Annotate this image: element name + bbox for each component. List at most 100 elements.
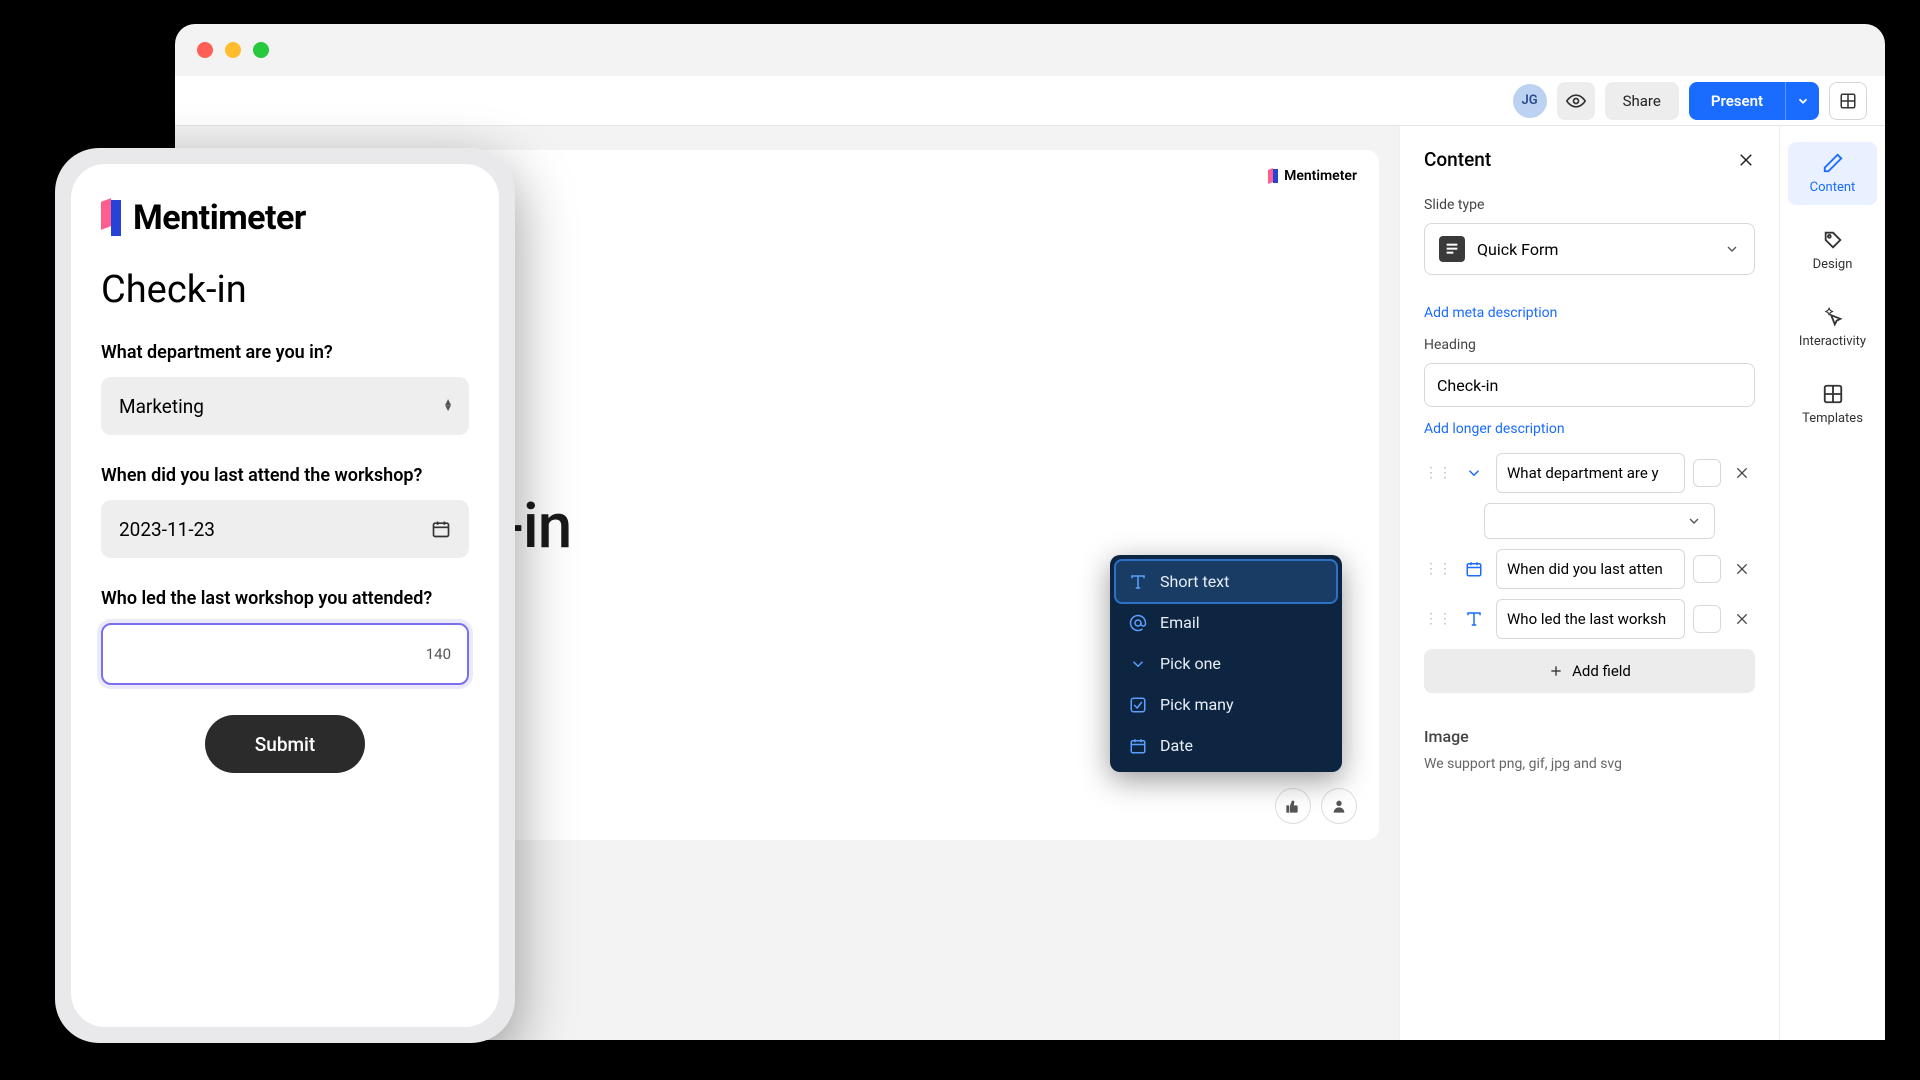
question-group: What department are you in? Marketing ▲▼ <box>101 342 469 435</box>
chevron-down-icon <box>1460 459 1488 487</box>
menu-item-label: Pick many <box>1160 695 1234 714</box>
field-type-menu: Short text Email Pick one Pick many Date <box>1110 555 1342 772</box>
add-field-label: Add field <box>1572 662 1631 680</box>
add-longer-link[interactable]: Add longer description <box>1424 421 1755 437</box>
question-label: Who led the last workshop you attended? <box>101 588 469 609</box>
layout-icon <box>1839 92 1857 110</box>
person-icon <box>1331 798 1347 814</box>
slide-brand: Mentimeter <box>1268 168 1357 184</box>
window-controls <box>175 24 1885 76</box>
chevron-down-icon <box>1686 513 1702 529</box>
field-row: ⋮⋮ What department are y <box>1424 453 1755 493</box>
calendar-icon <box>431 519 451 539</box>
field-label-input[interactable]: When did you last atten <box>1496 549 1685 589</box>
field-options-expand[interactable] <box>1484 503 1715 539</box>
chevron-down-icon <box>1128 655 1148 673</box>
field-delete-button[interactable] <box>1729 556 1755 582</box>
grid-view-button[interactable] <box>1829 82 1867 120</box>
present-dropdown[interactable] <box>1785 82 1819 120</box>
field-label-input[interactable]: Who led the last worksh <box>1496 599 1685 639</box>
panel-title: Content <box>1424 148 1491 171</box>
image-help-text: We support png, gif, jpg and svg <box>1424 756 1755 772</box>
tab-content[interactable]: Content <box>1788 142 1877 205</box>
drag-handle-icon[interactable]: ⋮⋮ <box>1424 465 1452 481</box>
quick-form-icon <box>1439 236 1465 262</box>
question-label: When did you last attend the workshop? <box>101 465 469 486</box>
tab-templates[interactable]: Templates <box>1788 373 1877 436</box>
image-label: Image <box>1424 727 1755 746</box>
menu-item-pick-many[interactable]: Pick many <box>1116 684 1336 725</box>
add-meta-link[interactable]: Add meta description <box>1424 305 1755 321</box>
pencil-icon <box>1822 152 1844 174</box>
calendar-icon <box>1460 555 1488 583</box>
like-button[interactable] <box>1275 788 1311 824</box>
workshop-date-input[interactable]: 2023-11-23 <box>101 500 469 558</box>
question-group: Who led the last workshop you attended? … <box>101 588 469 685</box>
menu-item-label: Email <box>1160 613 1200 632</box>
field-row: ⋮⋮ When did you last atten <box>1424 549 1755 589</box>
topbar: JG Share Present <box>175 76 1885 126</box>
field-required-toggle[interactable] <box>1693 605 1721 633</box>
close-icon <box>1734 611 1750 627</box>
menu-item-label: Pick one <box>1160 654 1221 673</box>
heading-input[interactable] <box>1424 363 1755 407</box>
field-delete-button[interactable] <box>1729 460 1755 486</box>
field-row: ⋮⋮ Who led the last worksh <box>1424 599 1755 639</box>
menu-item-label: Date <box>1160 736 1193 755</box>
chevron-down-icon <box>1796 94 1810 108</box>
tab-interactivity[interactable]: Interactivity <box>1788 296 1877 359</box>
drag-handle-icon[interactable]: ⋮⋮ <box>1424 561 1452 577</box>
mentimeter-logo-icon <box>1268 169 1278 183</box>
phone-preview: Mentimeter Check-in What department are … <box>55 148 515 1043</box>
image-section: Image We support png, gif, jpg and svg <box>1424 727 1755 772</box>
cursor-sparkle-icon <box>1822 306 1844 328</box>
field-delete-button[interactable] <box>1729 606 1755 632</box>
menu-item-label: Short text <box>1160 572 1229 591</box>
field-label-input[interactable]: What department are y <box>1496 453 1685 493</box>
close-icon <box>1737 151 1755 169</box>
text-type-icon <box>1460 605 1488 633</box>
department-select[interactable]: Marketing ▲▼ <box>101 377 469 435</box>
content-panel: Content Slide type Quick Form Add meta d… <box>1399 126 1779 1040</box>
close-panel-button[interactable] <box>1737 151 1755 169</box>
menu-item-date[interactable]: Date <box>1116 725 1336 766</box>
tab-label: Content <box>1810 180 1856 195</box>
maximize-window-icon[interactable] <box>253 42 269 58</box>
field-required-toggle[interactable] <box>1693 555 1721 583</box>
char-count: 140 <box>426 645 451 663</box>
slide-type-select[interactable]: Quick Form <box>1424 223 1755 275</box>
heading-label: Heading <box>1424 337 1755 353</box>
share-button[interactable]: Share <box>1605 82 1679 120</box>
tag-icon <box>1822 229 1844 251</box>
submit-button[interactable]: Submit <box>205 715 365 773</box>
minimize-window-icon[interactable] <box>225 42 241 58</box>
mentimeter-logo-icon <box>101 200 121 236</box>
menu-item-email[interactable]: Email <box>1116 602 1336 643</box>
tab-design[interactable]: Design <box>1788 219 1877 282</box>
plus-icon <box>1548 663 1564 679</box>
preview-button[interactable] <box>1557 82 1595 120</box>
select-value: Marketing <box>119 395 204 418</box>
panel-header: Content <box>1424 148 1755 171</box>
add-field-button[interactable]: Add field <box>1424 649 1755 693</box>
tab-label: Design <box>1813 257 1853 272</box>
phone-brand-text: Mentimeter <box>133 198 306 238</box>
workshop-leader-input[interactable]: 140 <box>101 623 469 685</box>
phone-brand: Mentimeter <box>101 198 469 238</box>
present-button[interactable]: Present <box>1689 82 1785 120</box>
calendar-icon <box>1128 737 1148 755</box>
tab-label: Interactivity <box>1799 334 1866 349</box>
question-group: When did you last attend the workshop? 2… <box>101 465 469 558</box>
date-value: 2023-11-23 <box>119 518 215 541</box>
close-window-icon[interactable] <box>197 42 213 58</box>
participants-button[interactable] <box>1321 788 1357 824</box>
menu-item-short-text[interactable]: Short text <box>1116 561 1336 602</box>
menu-item-pick-one[interactable]: Pick one <box>1116 643 1336 684</box>
eye-icon <box>1566 91 1586 111</box>
slide-type-label: Slide type <box>1424 197 1755 213</box>
slide-type-value: Quick Form <box>1477 240 1712 259</box>
tab-label: Templates <box>1802 411 1863 426</box>
avatar[interactable]: JG <box>1513 84 1547 118</box>
field-required-toggle[interactable] <box>1693 459 1721 487</box>
drag-handle-icon[interactable]: ⋮⋮ <box>1424 611 1452 627</box>
